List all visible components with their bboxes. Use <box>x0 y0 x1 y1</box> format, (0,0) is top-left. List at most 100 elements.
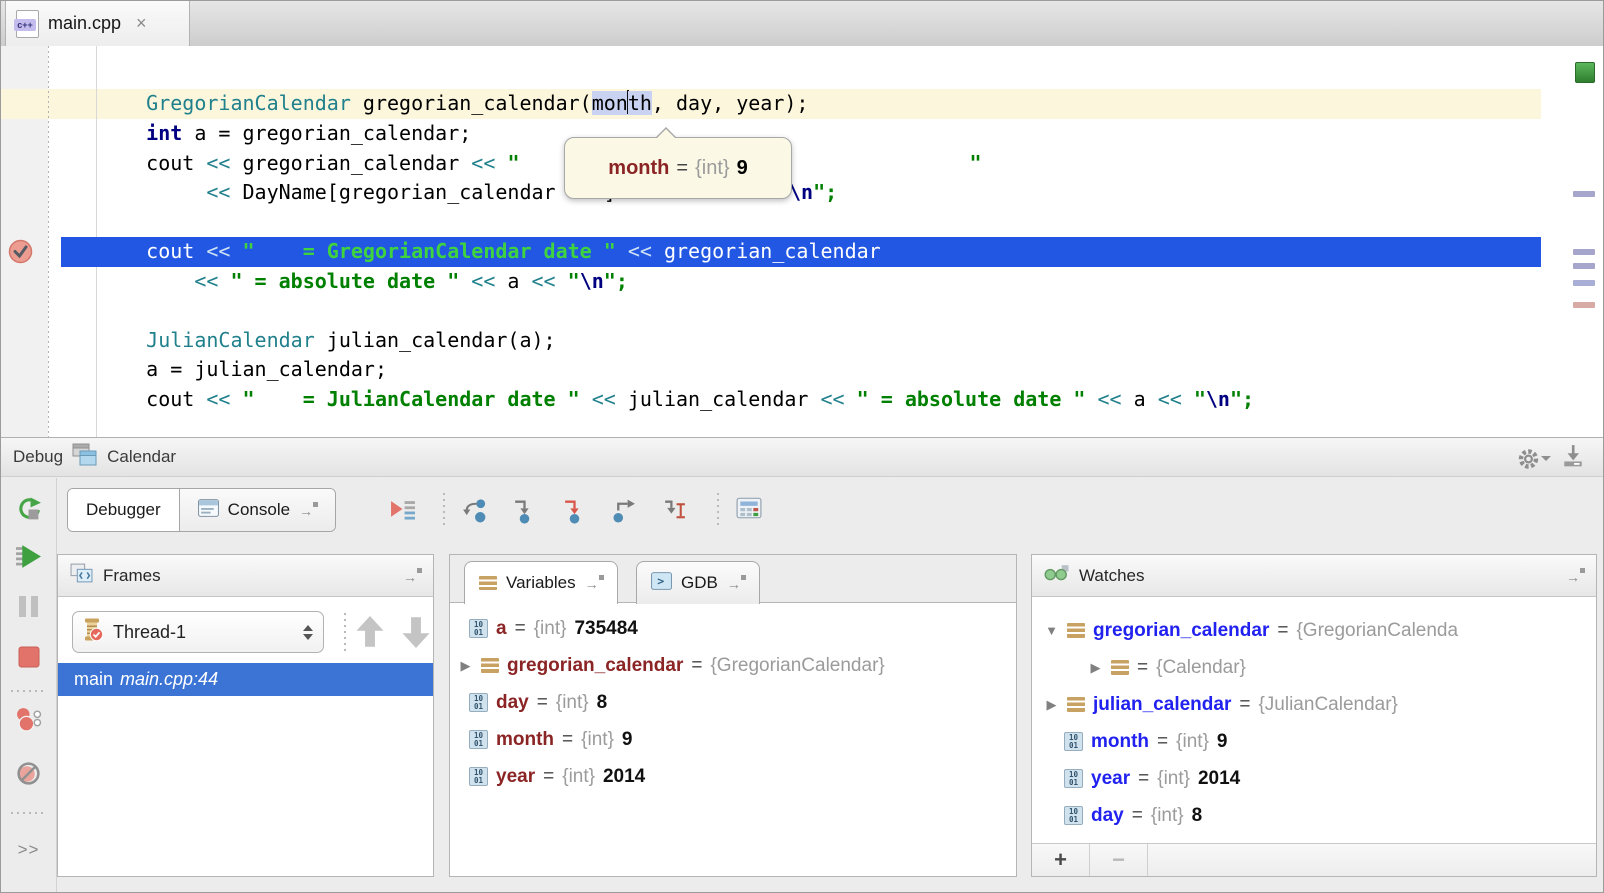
scrollbar-marker[interactable] <box>1573 302 1595 308</box>
watch-row[interactable]: ▶julian_calendar={JulianCalendar} <box>1032 686 1596 723</box>
code-segment: gregorian_calendar( <box>351 91 592 115</box>
float-window-icon[interactable]: → <box>585 576 603 590</box>
float-window-icon[interactable]: → <box>727 576 745 590</box>
variables-icon <box>479 576 497 590</box>
watch-row[interactable]: day={int}8 <box>1032 797 1596 834</box>
code-line[interactable]: a = julian_calendar; <box>1 355 1541 385</box>
code-line[interactable]: cout << " = GregorianCalendar date " << … <box>1 237 1541 267</box>
editor-tab-main-cpp[interactable]: c++ main.cpp × <box>5 1 190 46</box>
variable-row[interactable]: a={int}735484 <box>450 610 1016 647</box>
frame-down-button[interactable] <box>400 613 432 656</box>
float-window-icon[interactable]: → <box>403 569 421 583</box>
expander-right-icon[interactable]: ▶ <box>1088 660 1103 676</box>
show-execution-point-button[interactable] <box>389 497 416 529</box>
thread-selector[interactable]: Thread-1 <box>72 611 324 653</box>
code-segment: cout <box>98 151 206 175</box>
code-segment: \n <box>1206 387 1230 411</box>
watches-panel: Watches → ▼gregorian_calendar={Gregorian… <box>1031 554 1597 877</box>
code-line[interactable]: << " = absolute date " << a << "\n"; <box>1 267 1541 297</box>
run-to-cursor-button[interactable] <box>661 497 688 529</box>
variables-panel: Variables → > GDB → a={int}735484▶gregor… <box>449 554 1017 877</box>
breakpoint-hit-icon[interactable] <box>8 239 33 269</box>
console-icon <box>198 499 219 522</box>
rerun-button[interactable] <box>1 496 56 523</box>
code-line[interactable]: JulianCalendar julian_calendar(a); <box>1 326 1541 356</box>
code-segment: << <box>1158 387 1182 411</box>
evaluate-expression-button[interactable] <box>736 497 762 524</box>
tree-item-equals: = <box>1157 731 1168 753</box>
toolbar-separator <box>717 493 719 527</box>
tab-filename: main.cpp <box>48 13 121 34</box>
scrollbar-marker[interactable] <box>1573 263 1595 269</box>
watches-toolbar: + − <box>1032 843 1596 876</box>
scrollbar-marker[interactable] <box>1573 280 1595 286</box>
thread-icon <box>83 617 103 647</box>
remove-watch-button[interactable]: − <box>1090 844 1148 876</box>
step-over-button[interactable] <box>461 497 488 529</box>
stack-frame-row[interactable]: main main.cpp:44 <box>58 663 433 696</box>
frame-up-button[interactable] <box>354 613 386 656</box>
frame-function: main <box>74 669 113 690</box>
struct-type-icon <box>1067 623 1085 638</box>
expander-right-icon[interactable]: ▶ <box>458 658 473 674</box>
force-step-into-button[interactable] <box>561 497 588 529</box>
add-watch-button[interactable]: + <box>1032 844 1090 876</box>
code-segment: << <box>206 239 230 263</box>
view-breakpoints-button[interactable] <box>1 706 56 733</box>
tree-item-type: {int} <box>581 729 614 751</box>
code-segment: \n <box>580 269 604 293</box>
debug-tool-window-header: Debug Calendar <box>1 437 1603 477</box>
watch-row[interactable]: month={int}9 <box>1032 723 1596 760</box>
resume-button[interactable] <box>1 544 56 569</box>
settings-gear-icon[interactable] <box>1516 447 1551 471</box>
code-editor[interactable]: GregorianCalendar gregorian_calendar(mon… <box>1 46 1603 437</box>
code-segment <box>1085 387 1097 411</box>
debug-value-tooltip: month = {int} 9 <box>564 137 792 199</box>
tree-item-value: 8 <box>597 692 608 714</box>
struct-type-icon <box>481 658 499 673</box>
pause-button[interactable] <box>1 596 56 617</box>
watch-row[interactable]: year={int}2014 <box>1032 760 1596 797</box>
expander-down-icon[interactable]: ▼ <box>1044 623 1059 638</box>
code-segment: mon <box>592 91 628 115</box>
tab-close-icon[interactable]: × <box>136 13 147 34</box>
tree-item-value: 9 <box>622 729 633 751</box>
tab-console[interactable]: Console → <box>179 489 335 531</box>
code-segment: "; <box>813 180 837 204</box>
thread-stepper-icon[interactable] <box>303 620 313 645</box>
float-window-icon[interactable]: → <box>299 503 317 517</box>
watches-title: Watches <box>1079 566 1145 586</box>
code-segment: cout <box>98 239 206 263</box>
run-configuration-name: Calendar <box>107 447 176 467</box>
tree-item-type: {int} <box>562 766 595 788</box>
inspection-status-icon[interactable] <box>1575 62 1595 83</box>
stop-button[interactable] <box>1 646 56 668</box>
float-window-icon[interactable]: → <box>1566 569 1584 583</box>
scrollbar-marker[interactable] <box>1573 249 1595 255</box>
variable-row[interactable]: year={int}2014 <box>450 758 1016 795</box>
tree-item-name: a <box>496 618 507 640</box>
debug-view-tabs: Debugger Console → <box>67 488 336 532</box>
tree-item-equals: = <box>543 766 554 788</box>
variable-row[interactable]: month={int}9 <box>450 721 1016 758</box>
code-segment: GregorianCalendar <box>146 91 351 115</box>
mute-breakpoints-button[interactable] <box>1 760 56 787</box>
tab-variables[interactable]: Variables → <box>464 561 618 604</box>
restore-layout-button[interactable] <box>1561 444 1585 473</box>
code-line[interactable]: GregorianCalendar gregorian_calendar(mon… <box>1 89 1541 119</box>
watch-row[interactable]: ▼gregorian_calendar={GregorianCalenda <box>1032 612 1596 649</box>
code-segment <box>495 151 507 175</box>
step-out-button[interactable] <box>611 497 638 529</box>
variable-row[interactable]: day={int}8 <box>450 684 1016 721</box>
step-into-button[interactable] <box>511 497 538 529</box>
more-options-button[interactable]: >> <box>1 840 56 860</box>
code-line[interactable]: cout << " = JulianCalendar date " << jul… <box>1 385 1541 415</box>
watch-row[interactable]: ▶={Calendar} <box>1032 649 1596 686</box>
scrollbar-marker[interactable] <box>1573 191 1595 197</box>
code-segment <box>616 239 628 263</box>
tab-gdb[interactable]: > GDB → <box>636 561 760 604</box>
gdb-console-icon: > <box>651 572 672 595</box>
tab-debugger[interactable]: Debugger <box>68 489 179 531</box>
variable-row[interactable]: ▶gregorian_calendar={GregorianCalendar} <box>450 647 1016 684</box>
expander-right-icon[interactable]: ▶ <box>1044 697 1059 713</box>
